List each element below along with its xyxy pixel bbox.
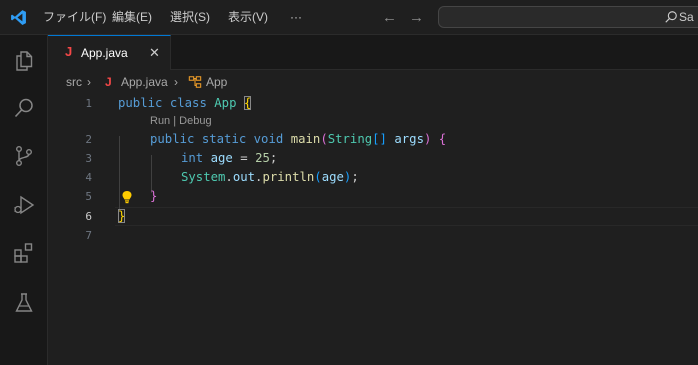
line-number: 1 <box>85 97 92 110</box>
class-name: App <box>214 96 237 110</box>
code-line-3: int age = 25; <box>181 149 277 168</box>
command-center-label: Sa <box>679 10 694 24</box>
keyword: void <box>253 132 284 146</box>
semicolon: ; <box>269 151 278 165</box>
breadcrumb-separator: › <box>174 75 178 89</box>
keyword: class <box>169 96 207 110</box>
line-number: 3 <box>85 152 92 165</box>
code-line-5: } <box>150 187 157 206</box>
java-file-icon: J <box>65 44 73 59</box>
keyword: int <box>181 151 204 165</box>
menu-selection[interactable]: 選択(S) <box>170 0 210 35</box>
menu-file[interactable]: ファイル(F) <box>43 0 106 35</box>
menu-more-button[interactable]: ··· <box>290 0 302 35</box>
breadcrumb-file[interactable]: App.java <box>121 70 168 94</box>
files-icon[interactable] <box>12 49 36 73</box>
field: out <box>232 170 256 184</box>
bracket-match: } <box>118 209 126 223</box>
command-center-search[interactable]: Sa <box>438 6 698 28</box>
bracket: [] <box>372 132 387 146</box>
java-file-icon: J <box>105 75 112 89</box>
codelens-run-debug[interactable]: Run | Debug <box>150 114 212 128</box>
bracket: { <box>438 132 447 146</box>
nav-back-button[interactable]: ← <box>382 0 397 35</box>
activity-bar <box>0 35 48 365</box>
nav-forward-button[interactable]: → <box>409 0 424 35</box>
class-name: System <box>181 170 226 184</box>
symbol-class-icon <box>188 76 202 88</box>
tab-app-java[interactable]: J App.java ✕ <box>48 35 171 70</box>
indent-guide <box>119 136 120 212</box>
bracket: ( <box>320 132 328 146</box>
menu-edit[interactable]: 編集(E) <box>112 0 152 35</box>
vscode-logo-icon <box>11 10 26 25</box>
argument: age <box>321 170 344 184</box>
title-bar: ファイル(F) 編集(E) 選択(S) 表示(V) ··· ← → Sa <box>0 0 698 35</box>
semicolon: ; <box>351 170 359 184</box>
variable: age <box>210 151 233 165</box>
tab-label: App.java <box>81 46 128 60</box>
search-icon <box>665 11 677 23</box>
number-literal: 25 <box>255 151 270 165</box>
code-editor[interactable]: 1 2 3 4 5 6 7 public class App { Run | D… <box>48 94 698 365</box>
parameter: args <box>394 132 424 146</box>
line-number: 7 <box>85 229 92 242</box>
editor-tab-bar: J App.java ✕ <box>48 35 698 70</box>
keyword: static <box>201 132 247 146</box>
keyword: public <box>150 132 195 146</box>
method-name: main <box>290 132 321 146</box>
search-icon[interactable] <box>12 96 36 120</box>
bracket: } <box>150 189 158 203</box>
menu-view[interactable]: 表示(V) <box>228 0 268 35</box>
run-debug-icon[interactable] <box>12 193 36 217</box>
line-number: 5 <box>85 190 92 203</box>
dot: . <box>225 170 233 184</box>
code-line-4: System.out.println(age); <box>181 168 359 187</box>
beaker-icon[interactable] <box>12 291 36 315</box>
tab-close-button[interactable]: ✕ <box>149 36 160 70</box>
code-line-1: public class App { <box>118 94 252 113</box>
type-name: String <box>327 132 373 146</box>
current-line-highlight <box>115 207 698 226</box>
breadcrumb: src › J App.java › App <box>48 70 698 94</box>
bracket: ( <box>314 170 322 184</box>
breadcrumb-folder[interactable]: src <box>66 70 82 94</box>
line-number: 4 <box>85 171 92 184</box>
breadcrumb-separator: › <box>87 75 91 89</box>
line-number: 2 <box>85 133 92 146</box>
bracket-match: { <box>243 96 252 110</box>
code-line-6: } <box>118 207 126 226</box>
breadcrumb-symbol[interactable]: App <box>206 70 227 94</box>
source-control-icon[interactable] <box>12 144 36 168</box>
code-line-2: public static void main(String[] args) { <box>150 130 446 149</box>
bracket: ) <box>423 132 432 146</box>
keyword: public <box>118 96 163 110</box>
extensions-icon[interactable] <box>12 241 36 265</box>
line-number-active: 6 <box>85 210 92 223</box>
lightbulb-icon[interactable] <box>121 190 133 204</box>
operator: = <box>240 151 248 165</box>
method-name: println <box>262 170 315 184</box>
